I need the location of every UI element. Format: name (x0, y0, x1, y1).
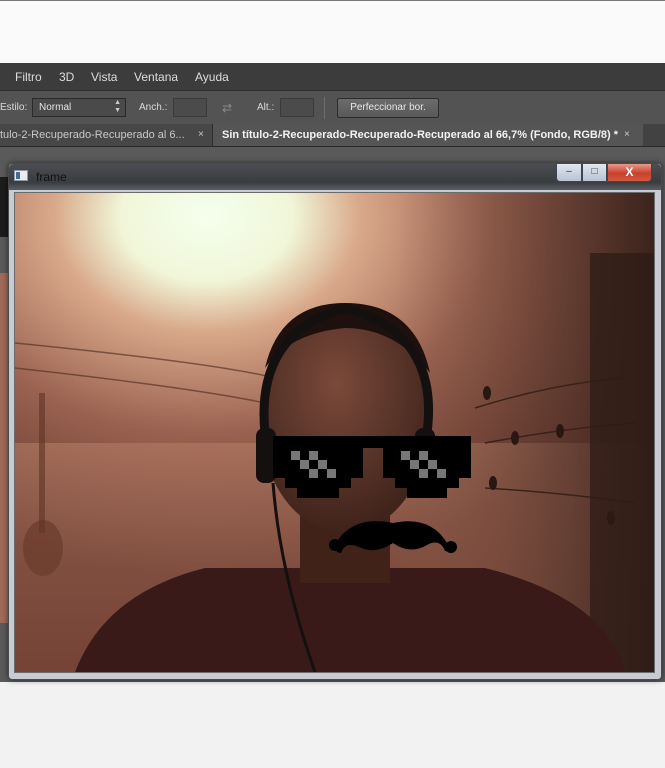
alt-label: Alt.: (257, 102, 275, 113)
anch-label: Anch.: (139, 102, 168, 113)
tab-document-1[interactable]: tulo-2-Recuperado-Recuperado al 6... × (0, 124, 213, 146)
anch-input[interactable] (173, 98, 207, 117)
options-bar: Estilo: Normal ▲ ▼ Anch.: ⇄ Alt.: Perfecc… (0, 90, 665, 126)
minimize-button[interactable]: – (556, 164, 582, 182)
menu-vista[interactable]: Vista (91, 70, 117, 84)
frame-window[interactable]: frame – □ X (8, 163, 662, 680)
menu-3d[interactable]: 3D (59, 70, 74, 84)
close-icon[interactable]: × (624, 124, 630, 146)
menu-ayuda[interactable]: Ayuda (195, 70, 229, 84)
maximize-button[interactable]: □ (582, 164, 607, 182)
estilo-value: Normal (39, 102, 72, 113)
menu-ventana[interactable]: Ventana (134, 70, 178, 84)
title-bar[interactable]: frame – □ X (9, 164, 661, 190)
close-icon[interactable]: × (198, 124, 204, 146)
swap-arrows-icon[interactable]: ⇄ (222, 101, 232, 115)
tab-label: tulo-2-Recuperado-Recuperado al 6... (0, 129, 185, 141)
updown-arrows-icon: ▲ ▼ (114, 99, 121, 114)
window-app-icon (14, 170, 28, 181)
refine-edge-button[interactable]: Perfeccionar bor. (337, 98, 439, 118)
menu-filtro[interactable]: Filtro (15, 70, 42, 84)
tab-label: Sin título-2-Recuperado-Recuperado-Recup… (222, 129, 619, 141)
options-divider (324, 97, 325, 119)
document-tabs: tulo-2-Recuperado-Recuperado al 6... × S… (0, 124, 665, 147)
alt-input[interactable] (280, 98, 314, 117)
estilo-label: Estilo: (0, 102, 28, 113)
webcam-image (14, 192, 655, 673)
desktop-strip-bottom (0, 682, 665, 768)
menu-bar: Filtro 3D Vista Ventana Ayuda (0, 63, 665, 90)
close-button[interactable]: X (607, 164, 652, 182)
window-title: frame (36, 170, 67, 184)
tab-document-2[interactable]: Sin título-2-Recuperado-Recuperado-Recup… (213, 124, 643, 146)
estilo-select[interactable]: Normal ▲ ▼ (32, 98, 126, 117)
desktop-strip (0, 0, 665, 64)
